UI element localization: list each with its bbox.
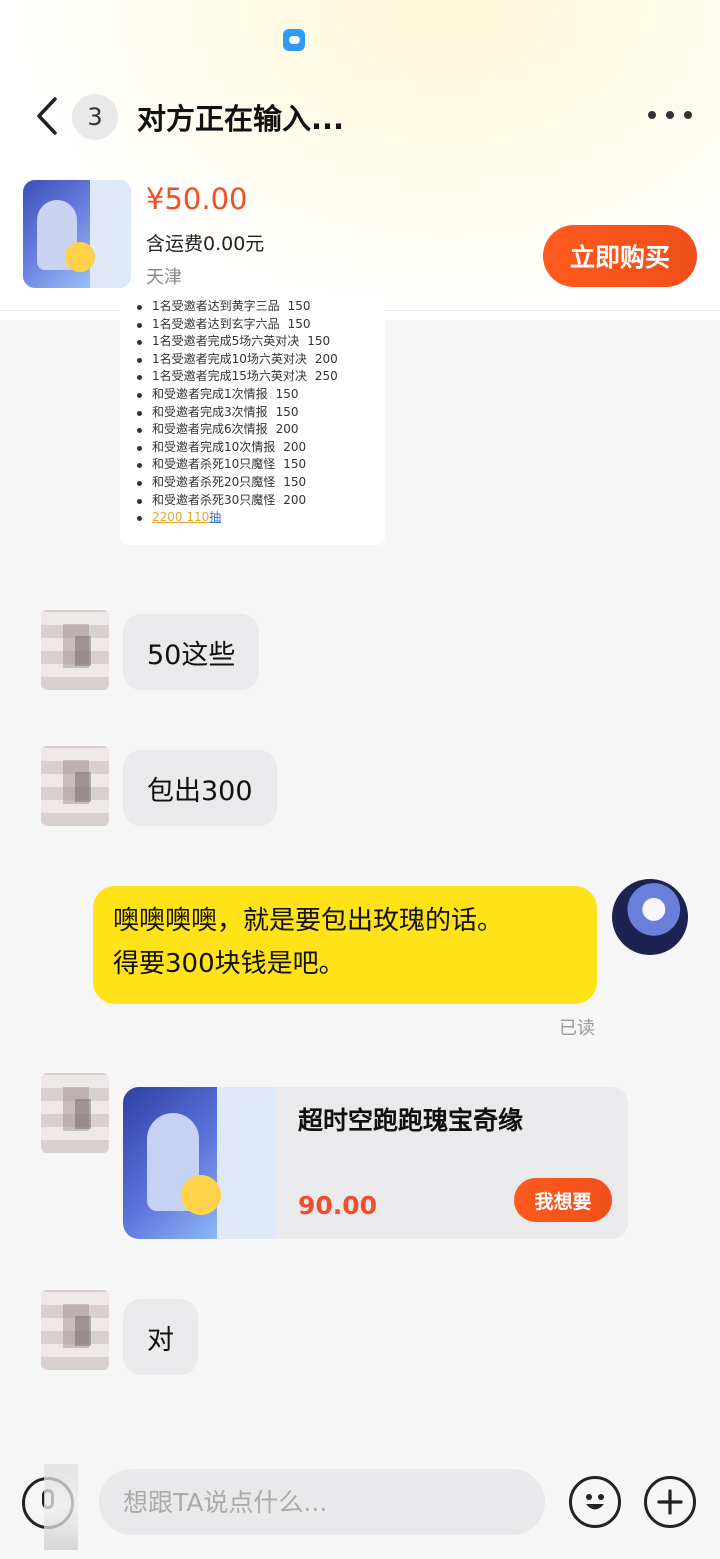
product-card-thumbnail xyxy=(123,1087,275,1239)
more-actions-button[interactable] xyxy=(644,1476,696,1528)
message-bubble-incoming[interactable]: 对 xyxy=(123,1299,198,1375)
input-bar xyxy=(0,1450,720,1559)
rules-item-text: 和受邀者完成3次情报 xyxy=(152,404,268,419)
thumbnail-panel xyxy=(217,1087,275,1239)
rules-list: 1名受邀者达到黄字三品 150 1名受邀者达到玄字六品 150 1名受邀者完成5场六英对… xyxy=(120,300,385,527)
product-card-title: 超时空跑跑瑰宝奇缘 xyxy=(298,1106,524,1135)
rules-item: 1名受邀者完成15场六英对决 250 xyxy=(134,368,385,386)
read-status: 已读 xyxy=(559,1018,595,1039)
rules-item: 和受邀者杀死30只魔怪 200 xyxy=(134,492,385,510)
product-card-price: 90.00 xyxy=(298,1191,378,1220)
message-line: 得要300块钱是吧。 xyxy=(113,949,345,979)
thumbnail-panel xyxy=(89,180,131,288)
rules-item-text: 1名受邀者完成5场六英对决 xyxy=(152,334,300,349)
message-bubble-incoming[interactable]: 50这些 xyxy=(123,614,260,690)
seller-location: 天津 xyxy=(146,267,182,288)
rules-item-points: 200 xyxy=(314,351,338,366)
rules-item: 和受邀者杀死20只魔怪 150 xyxy=(134,474,385,492)
back-button[interactable] xyxy=(30,96,64,136)
message-line: 噢噢噢噢，就是要包出玫瑰的话。 xyxy=(113,906,504,936)
rules-item-text: 1名受邀者完成15场六英对决 xyxy=(152,369,307,384)
blur-overlay xyxy=(44,1464,78,1550)
rules-item-points: 150 xyxy=(275,386,299,401)
unread-count-badge[interactable]: 3 xyxy=(72,94,118,140)
rules-item: 1名受邀者完成5场六英对决 150 xyxy=(134,333,385,351)
rules-total: 2200 110抽 xyxy=(134,509,385,527)
rules-item-text: 1名受邀者达到黄字三品 xyxy=(152,300,280,313)
plus-icon xyxy=(657,1489,683,1515)
my-avatar[interactable] xyxy=(612,879,688,955)
dot-icon xyxy=(684,111,692,119)
rules-item: 1名受邀者完成10场六英对决 200 xyxy=(134,351,385,369)
rules-item-points: 150 xyxy=(287,316,311,331)
message-bubble-outgoing[interactable]: 噢噢噢噢，就是要包出玫瑰的话。 得要300块钱是吧。 xyxy=(93,886,597,1004)
rules-item: 和受邀者完成10次情报 200 xyxy=(134,439,385,457)
more-options-button[interactable] xyxy=(648,106,692,124)
thumbnail-badge xyxy=(65,242,95,272)
rules-item-text: 和受邀者完成10次情报 xyxy=(152,439,276,454)
message-bubble-incoming[interactable]: 包出300 xyxy=(123,750,277,826)
rules-item-points: 200 xyxy=(275,422,299,437)
rules-item: 和受邀者完成6次情报 200 xyxy=(134,421,385,439)
avatar[interactable] xyxy=(41,746,109,826)
chat-notification-icon xyxy=(283,29,305,51)
rules-item: 1名受邀者达到玄字六品 150 xyxy=(134,316,385,334)
rules-item-text: 和受邀者杀死30只魔怪 xyxy=(152,492,276,507)
rules-item: 和受邀者完成1次情报 150 xyxy=(134,386,385,404)
page-title: 对方正在输入... xyxy=(137,102,345,136)
rules-item: 1名受邀者达到黄字三品 150 xyxy=(134,300,385,316)
message-input[interactable] xyxy=(99,1469,545,1535)
rules-item-points: 150 xyxy=(275,404,299,419)
avatar[interactable] xyxy=(41,1290,109,1370)
rules-item-text: 和受邀者杀死20只魔怪 xyxy=(152,474,276,489)
rules-item-points: 150 xyxy=(283,457,307,472)
smiley-icon xyxy=(586,1494,604,1510)
rules-item-text: 和受邀者杀死10只魔怪 xyxy=(152,457,276,472)
shipping-info: 含运费0.00元 xyxy=(146,233,265,255)
rules-item: 和受邀者完成3次情报 150 xyxy=(134,404,385,422)
rules-item-text: 和受邀者完成1次情报 xyxy=(152,386,268,401)
product-thumbnail[interactable] xyxy=(23,180,131,288)
emoji-button[interactable] xyxy=(569,1476,621,1528)
rules-item-points: 150 xyxy=(287,300,311,313)
rules-screenshot-message[interactable]: 1名受邀者达到黄字三品 150 1名受邀者达到玄字六品 150 1名受邀者完成5场六英对… xyxy=(120,300,385,545)
rules-item-points: 150 xyxy=(283,474,307,489)
rules-total-suffix: 抽 xyxy=(209,510,222,525)
thumbnail-badge xyxy=(181,1175,221,1215)
want-button[interactable]: 我想要 xyxy=(514,1178,612,1222)
rules-item-text: 1名受邀者完成10场六英对决 xyxy=(152,351,307,366)
rules-item-points: 150 xyxy=(307,334,331,349)
product-price: ¥50.00 xyxy=(146,182,248,216)
chat-header: 3 对方正在输入... xyxy=(0,70,720,160)
rules-item-points: 250 xyxy=(314,369,338,384)
product-info-bar[interactable]: ¥50.00 含运费0.00元 天津 立即购买 xyxy=(0,170,720,311)
buy-now-button[interactable]: 立即购买 xyxy=(543,225,697,287)
rules-total-numbers: 2200 110 xyxy=(152,510,210,525)
rules-item-points: 200 xyxy=(283,439,307,454)
rules-item-points: 200 xyxy=(283,492,307,507)
rules-item-text: 1名受邀者达到玄字六品 xyxy=(152,316,280,331)
avatar[interactable] xyxy=(41,1073,109,1153)
dot-icon xyxy=(666,111,674,119)
dot-icon xyxy=(648,111,656,119)
avatar[interactable] xyxy=(41,610,109,690)
product-card-message[interactable]: 超时空跑跑瑰宝奇缘 90.00 我想要 xyxy=(123,1087,628,1239)
chevron-left-icon xyxy=(37,97,57,135)
rules-item-text: 和受邀者完成6次情报 xyxy=(152,422,268,437)
rules-item: 和受邀者杀死10只魔怪 150 xyxy=(134,456,385,474)
